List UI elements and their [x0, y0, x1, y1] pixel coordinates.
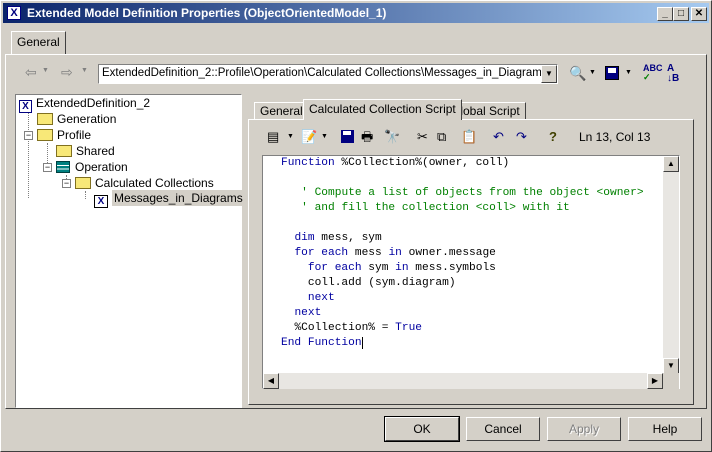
tree-item-messages-in-diagrams[interactable]: X Messages_in_Diagrams: [94, 190, 245, 208]
forward-dropdown-icon[interactable]: ▼: [81, 67, 88, 74]
x-logo-icon: X: [7, 6, 21, 20]
scroll-down-button[interactable]: ▼: [663, 358, 679, 374]
script-editor[interactable]: Function %Collection%(owner, coll) ' Com…: [263, 156, 679, 374]
tree-item-label: Messages_in_Diagrams: [112, 190, 245, 206]
minimize-button[interactable]: _: [657, 7, 673, 21]
tree-item-shared[interactable]: Shared: [56, 144, 115, 158]
code-text: %Collection% =: [294, 322, 396, 334]
code-text: sym: [361, 262, 396, 274]
text-caret: ​: [361, 337, 363, 349]
tree-item-label: Profile: [57, 128, 92, 142]
path-value: ExtendedDefinition_2::Profile\Operation\…: [102, 67, 548, 79]
folder-open-icon: [75, 177, 91, 189]
folder-icon: [56, 145, 72, 157]
sort-az-icon[interactable]: A ↓B: [667, 64, 679, 84]
copy-icon[interactable]: ⧉: [437, 129, 446, 145]
close-button[interactable]: ✕: [691, 7, 707, 21]
vertical-scrollbar[interactable]: [663, 172, 679, 358]
help-button[interactable]: Help: [628, 417, 702, 441]
save-icon[interactable]: [341, 130, 354, 143]
back-arrow-icon[interactable]: ⇦: [25, 64, 37, 81]
tree-line: [85, 191, 87, 199]
print-icon[interactable]: 🖶: [361, 129, 373, 145]
edit-icon[interactable]: 📝: [301, 129, 317, 145]
horizontal-scrollbar[interactable]: [279, 373, 647, 389]
cancel-button[interactable]: Cancel: [466, 417, 540, 441]
ok-button[interactable]: OK: [384, 416, 460, 442]
x-logo-icon: X: [19, 100, 32, 113]
collection-icon: X: [94, 195, 108, 208]
scroll-corner: [663, 373, 679, 389]
folder-open-icon: [37, 129, 53, 141]
code-text: mess, sym: [314, 232, 382, 244]
code-text: mess.symbols: [408, 262, 496, 274]
tree-item-label: Shared: [76, 144, 115, 158]
maximize-button[interactable]: □: [673, 7, 689, 21]
find-dropdown-icon[interactable]: ▼: [589, 69, 596, 76]
scroll-up-button[interactable]: ▲: [663, 156, 679, 172]
title-bar: X Extended Model Definition Properties (…: [3, 3, 709, 23]
code-keyword: Function: [281, 157, 335, 169]
spell-check-icon[interactable]: ABC ✓: [643, 64, 663, 82]
tab-general[interactable]: General: [11, 31, 66, 55]
collapse-toggle[interactable]: −: [43, 163, 52, 172]
save-icon[interactable]: [605, 66, 619, 80]
code-keyword: next: [307, 292, 335, 304]
tab-general-inner[interactable]: General: [254, 102, 309, 119]
find-icon[interactable]: 🔍: [569, 65, 586, 82]
paste-icon[interactable]: 📋: [461, 129, 477, 145]
save-dropdown-icon[interactable]: ▼: [625, 69, 632, 76]
properties-dialog: X Extended Model Definition Properties (…: [0, 0, 712, 452]
code-keyword: for each: [294, 247, 349, 259]
tree-item-label: Calculated Collections: [95, 176, 214, 190]
script-code: Function %Collection%(owner, coll) ' Com…: [281, 156, 644, 351]
code-comment: ' Compute a list of objects from the obj…: [301, 187, 644, 199]
path-combobox[interactable]: ExtendedDefinition_2::Profile\Operation\…: [98, 64, 558, 84]
tree-item-label: Generation: [57, 112, 117, 126]
redo-icon[interactable]: ↷: [516, 129, 527, 145]
back-dropdown-icon[interactable]: ▼: [42, 67, 49, 74]
code-keyword: next: [294, 307, 322, 319]
code-keyword: in: [395, 262, 409, 274]
apply-button[interactable]: Apply: [547, 417, 621, 441]
collapse-toggle[interactable]: −: [24, 131, 33, 140]
folder-icon: [37, 113, 53, 125]
code-keyword: in: [388, 247, 402, 259]
class-icon: [56, 161, 70, 173]
tree-item-generation[interactable]: Generation: [37, 112, 116, 126]
cut-icon[interactable]: ✂: [417, 129, 428, 145]
edit-dropdown-icon[interactable]: ▼: [321, 129, 328, 145]
help-icon[interactable]: ?: [549, 129, 557, 145]
forward-arrow-icon[interactable]: ⇨: [61, 64, 73, 81]
code-text: mess: [348, 247, 389, 259]
tree-line: [28, 110, 30, 198]
list-dropdown-icon[interactable]: ▼: [287, 129, 294, 145]
tree-item-calculated-collections[interactable]: Calculated Collections: [75, 176, 214, 190]
code-keyword: End Function: [281, 337, 362, 349]
scroll-left-button[interactable]: ◀: [263, 373, 279, 389]
chevron-down-icon[interactable]: ▼: [541, 65, 557, 83]
tree-item-label: Operation: [75, 160, 128, 174]
tree-item-profile[interactable]: Profile: [37, 128, 91, 142]
undo-icon[interactable]: ↶: [493, 129, 504, 145]
tree-item-root[interactable]: X ExtendedDefinition_2: [19, 96, 150, 113]
code-comment: ' and fill the collection <coll> with it: [301, 202, 570, 214]
code-keyword: dim: [294, 232, 315, 244]
code-keyword: for each: [307, 262, 362, 274]
tree-item-operation[interactable]: Operation: [56, 160, 128, 174]
scroll-right-button[interactable]: ▶: [647, 373, 663, 389]
tab-calculated-collection-script[interactable]: Calculated Collection Script: [303, 99, 462, 120]
window-title: Extended Model Definition Properties (Ob…: [27, 6, 387, 20]
list-icon[interactable]: ▤: [267, 129, 279, 145]
code-text: owner.message: [401, 247, 496, 259]
code-text: %Collection%(owner, coll): [334, 157, 510, 169]
code-keyword: True: [395, 322, 423, 334]
code-text: coll.add (sym.diagram): [307, 277, 456, 289]
find-icon[interactable]: 🔭: [384, 129, 400, 145]
collapse-toggle[interactable]: −: [62, 179, 71, 188]
tree-item-label: ExtendedDefinition_2: [36, 96, 151, 110]
cursor-position: Ln 13, Col 13: [579, 130, 651, 144]
